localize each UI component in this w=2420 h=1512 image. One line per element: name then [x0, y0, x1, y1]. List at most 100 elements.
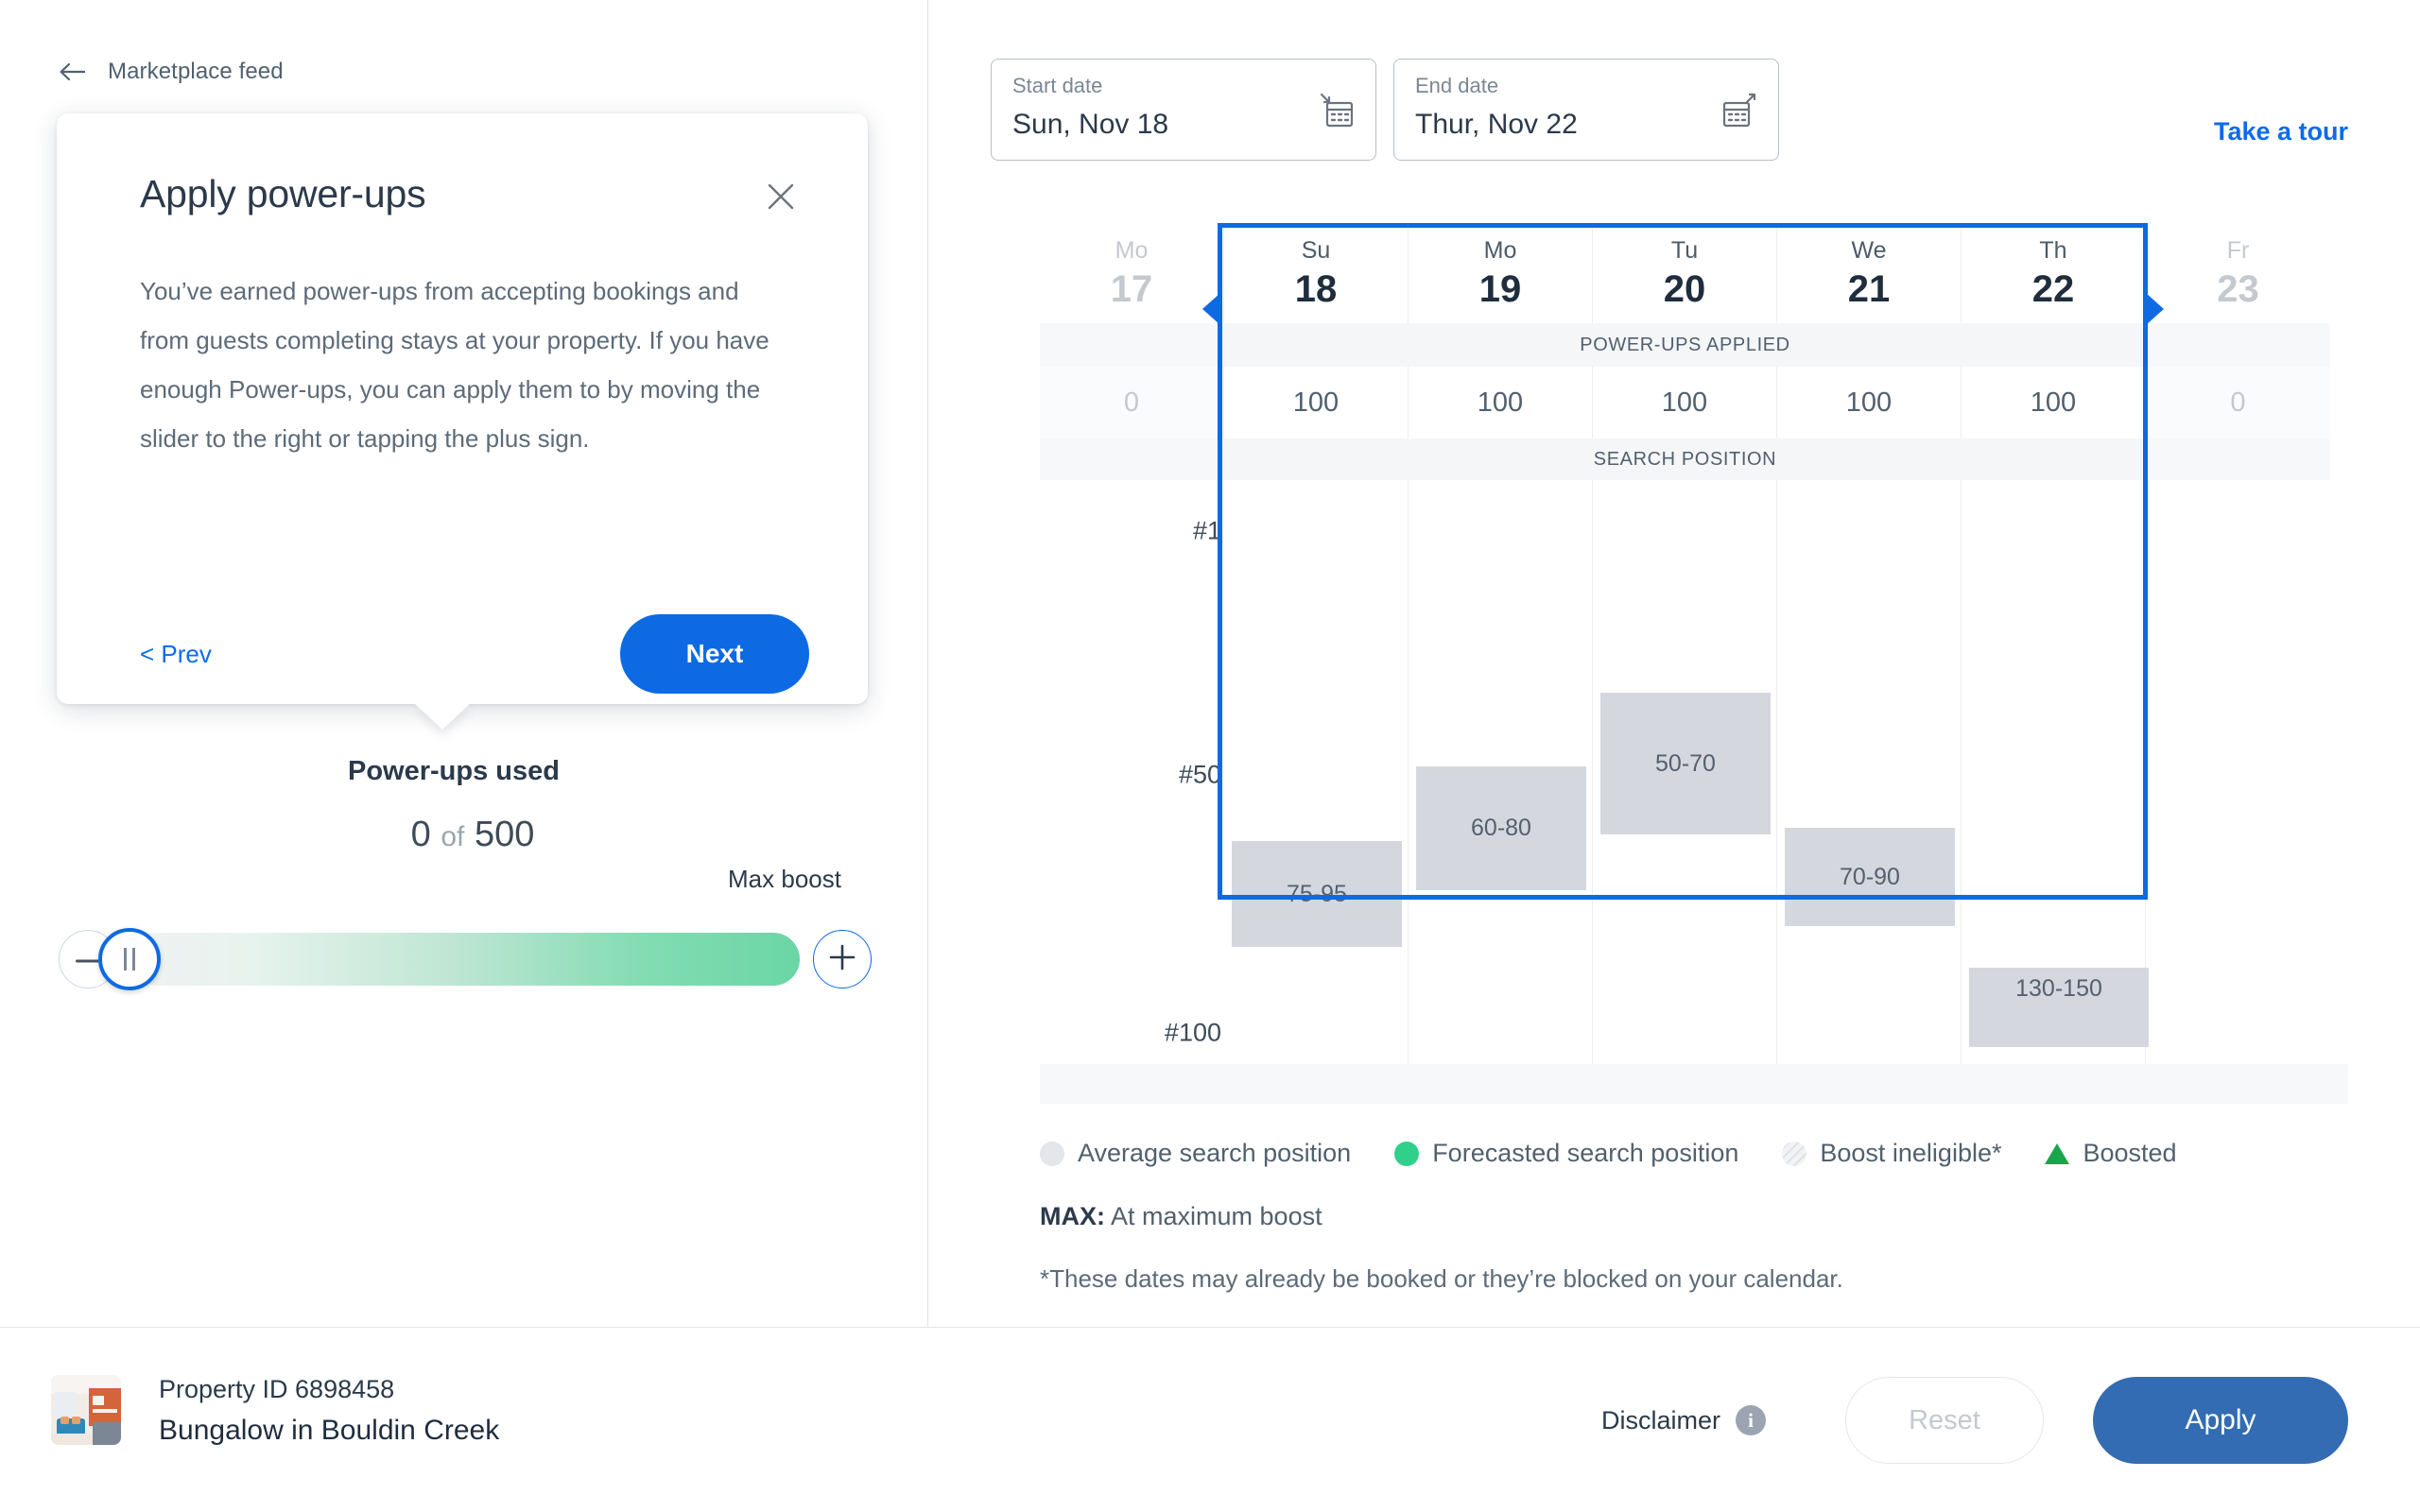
increment-button[interactable] — [813, 930, 872, 988]
power-ups-total-value: 500 — [474, 815, 535, 854]
property-thumbnail — [51, 1375, 121, 1445]
popover-body-text: You’ve earned power-ups from accepting b… — [140, 277, 769, 453]
day-header[interactable]: Tu 20 — [1593, 225, 1777, 323]
date-range-fields: Start date Sun, Nov 18 End date Thur, No… — [991, 59, 1779, 161]
power-ups-slider[interactable] — [98, 928, 800, 990]
range-handle-right-icon[interactable] — [2146, 293, 2164, 325]
plus-icon — [829, 944, 856, 975]
legend-item: Average search position — [1040, 1139, 1351, 1168]
calendar-start-icon[interactable] — [1319, 92, 1355, 134]
search-position-label: SEARCH POSITION — [1593, 448, 1777, 470]
left-pane: Marketplace feed Apply power-ups You’ve … — [0, 0, 927, 1327]
apply-button[interactable]: Apply — [2093, 1377, 2348, 1464]
day-of-week: Th — [2039, 237, 2067, 264]
power-ups-used-count: 0 of 500 — [0, 815, 945, 855]
power-ups-value: 100 — [1777, 367, 1962, 438]
bar-value-label: 50-70 — [1655, 749, 1716, 777]
legend-label: Average search position — [1078, 1139, 1352, 1167]
day-header[interactable]: Su 18 — [1224, 225, 1409, 323]
chart-bottom-stripe — [1040, 1064, 2348, 1104]
grey-circle-icon — [1040, 1141, 1064, 1166]
range-handle-left-icon[interactable] — [1202, 293, 1220, 325]
close-icon[interactable] — [760, 176, 802, 217]
search-position-chart: Mo 17 Su 18 Mo 19 Tu 20 We 21 Th 22 Fr 2… — [1040, 225, 2335, 1104]
chart-legend: Average search position Forecasted searc… — [1040, 1139, 2205, 1168]
y-axis-tick: #100 — [1164, 1018, 1221, 1047]
slider-track[interactable] — [130, 933, 800, 986]
legend-label: Boosted — [2083, 1139, 2177, 1167]
power-ups-applied-band: POWER-UPS APPLIED — [1040, 323, 2330, 367]
minus-icon — [76, 951, 100, 968]
calendar-end-icon[interactable] — [1721, 92, 1757, 134]
reset-button[interactable]: Reset — [1845, 1377, 2044, 1464]
bottom-bar-actions: Disclaimer i Reset Apply — [1601, 1328, 2348, 1512]
chart-plot: 75-95 60-80 50-70 70-90 130-150 — [1040, 480, 2330, 1104]
y-axis-tick: #50 — [1178, 760, 1221, 789]
power-ups-used-value: 0 — [410, 815, 431, 854]
take-a-tour-link[interactable]: Take a tour — [2214, 117, 2348, 146]
power-ups-used-title: Power-ups used — [348, 756, 560, 786]
power-ups-slider-row — [59, 921, 872, 997]
legend-item: Forecasted search position — [1394, 1139, 1738, 1168]
apply-power-ups-popover: Apply power-ups You’ve earned power-ups … — [57, 113, 868, 704]
max-label: MAX: — [1040, 1202, 1105, 1230]
hatched-circle-icon — [1782, 1141, 1807, 1166]
bar-nov-22: 130-150 — [1969, 968, 2149, 1047]
start-date-field[interactable]: Start date Sun, Nov 18 — [991, 59, 1376, 161]
bottom-action-bar: Property ID 6898458 Bungalow in Bouldin … — [0, 1327, 2420, 1512]
day-of-week: Tu — [1670, 237, 1699, 264]
power-ups-value: 100 — [1409, 367, 1593, 438]
day-number: 17 — [1110, 268, 1153, 310]
day-header[interactable]: We 21 — [1777, 225, 1962, 323]
end-date-field[interactable]: End date Thur, Nov 22 — [1393, 59, 1779, 161]
bar-value-label: 75-95 — [1287, 880, 1347, 907]
back-to-marketplace-feed[interactable]: Marketplace feed — [59, 59, 284, 85]
back-label: Marketplace feed — [108, 59, 284, 84]
bar-value-label: 60-80 — [1471, 815, 1531, 841]
arrow-left-icon — [59, 61, 87, 82]
prev-button[interactable]: < Prev — [140, 640, 212, 669]
legend-label: Boost ineligible* — [1820, 1139, 2002, 1167]
power-ups-of-label: of — [441, 821, 465, 852]
bar-value-label: 70-90 — [1840, 863, 1900, 890]
popover-title: Apply power-ups — [140, 172, 426, 215]
legend-item: Boost ineligible* — [1782, 1139, 2001, 1168]
bar-nov-19: 60-80 — [1416, 766, 1586, 890]
start-date-label: Start date — [1012, 74, 1103, 97]
day-of-week: Mo — [1483, 237, 1517, 264]
day-header: Mo 17 — [1040, 225, 1224, 323]
power-ups-value: 100 — [1962, 367, 2146, 438]
slider-thumb[interactable] — [98, 928, 161, 990]
popover-pointer — [414, 703, 471, 730]
disclaimer-label: Disclaimer — [1600, 1405, 1720, 1435]
info-icon[interactable]: i — [1736, 1405, 1766, 1435]
popover-actions: < Prev Next — [140, 614, 809, 694]
power-ups-value: 0 — [1040, 367, 1224, 438]
end-date-label: End date — [1415, 74, 1499, 97]
day-number: 20 — [1663, 268, 1706, 310]
search-position-label-wrap: SEARCH POSITION — [1224, 438, 2146, 480]
day-of-week: Mo — [1115, 237, 1149, 264]
property-info: Property ID 6898458 Bungalow in Bouldin … — [159, 1369, 499, 1452]
day-of-week: Su — [1301, 237, 1331, 264]
chart-grid: Mo 17 Su 18 Mo 19 Tu 20 We 21 Th 22 Fr 2… — [1040, 225, 2335, 1104]
start-date-value: Sun, Nov 18 — [1012, 109, 1169, 140]
day-number: 19 — [1478, 268, 1522, 310]
disclaimer-control[interactable]: Disclaimer i — [1601, 1405, 1766, 1435]
property-id: Property ID 6898458 — [159, 1375, 395, 1403]
bar-nov-21: 70-90 — [1785, 828, 1955, 926]
day-header[interactable]: Th 22 — [1962, 225, 2146, 323]
day-header[interactable]: Mo 19 — [1409, 225, 1593, 323]
bar-value-label: 130-150 — [2015, 975, 2102, 1002]
end-date-value: Thur, Nov 22 — [1415, 109, 1578, 140]
green-triangle-icon — [2045, 1143, 2070, 1164]
next-button[interactable]: Next — [620, 614, 809, 694]
property-name: Bungalow in Bouldin Creek — [159, 1415, 500, 1446]
legend-label: Forecasted search position — [1432, 1139, 1739, 1167]
chart-footnote: *These dates may already be booked or th… — [1040, 1264, 1843, 1293]
search-position-band: SEARCH POSITION — [1040, 438, 2330, 480]
y-axis-tick: #1 — [1192, 516, 1221, 545]
power-ups-value: 100 — [1224, 367, 1409, 438]
legend-item: Boosted — [2045, 1139, 2177, 1168]
day-number: 18 — [1294, 268, 1338, 310]
